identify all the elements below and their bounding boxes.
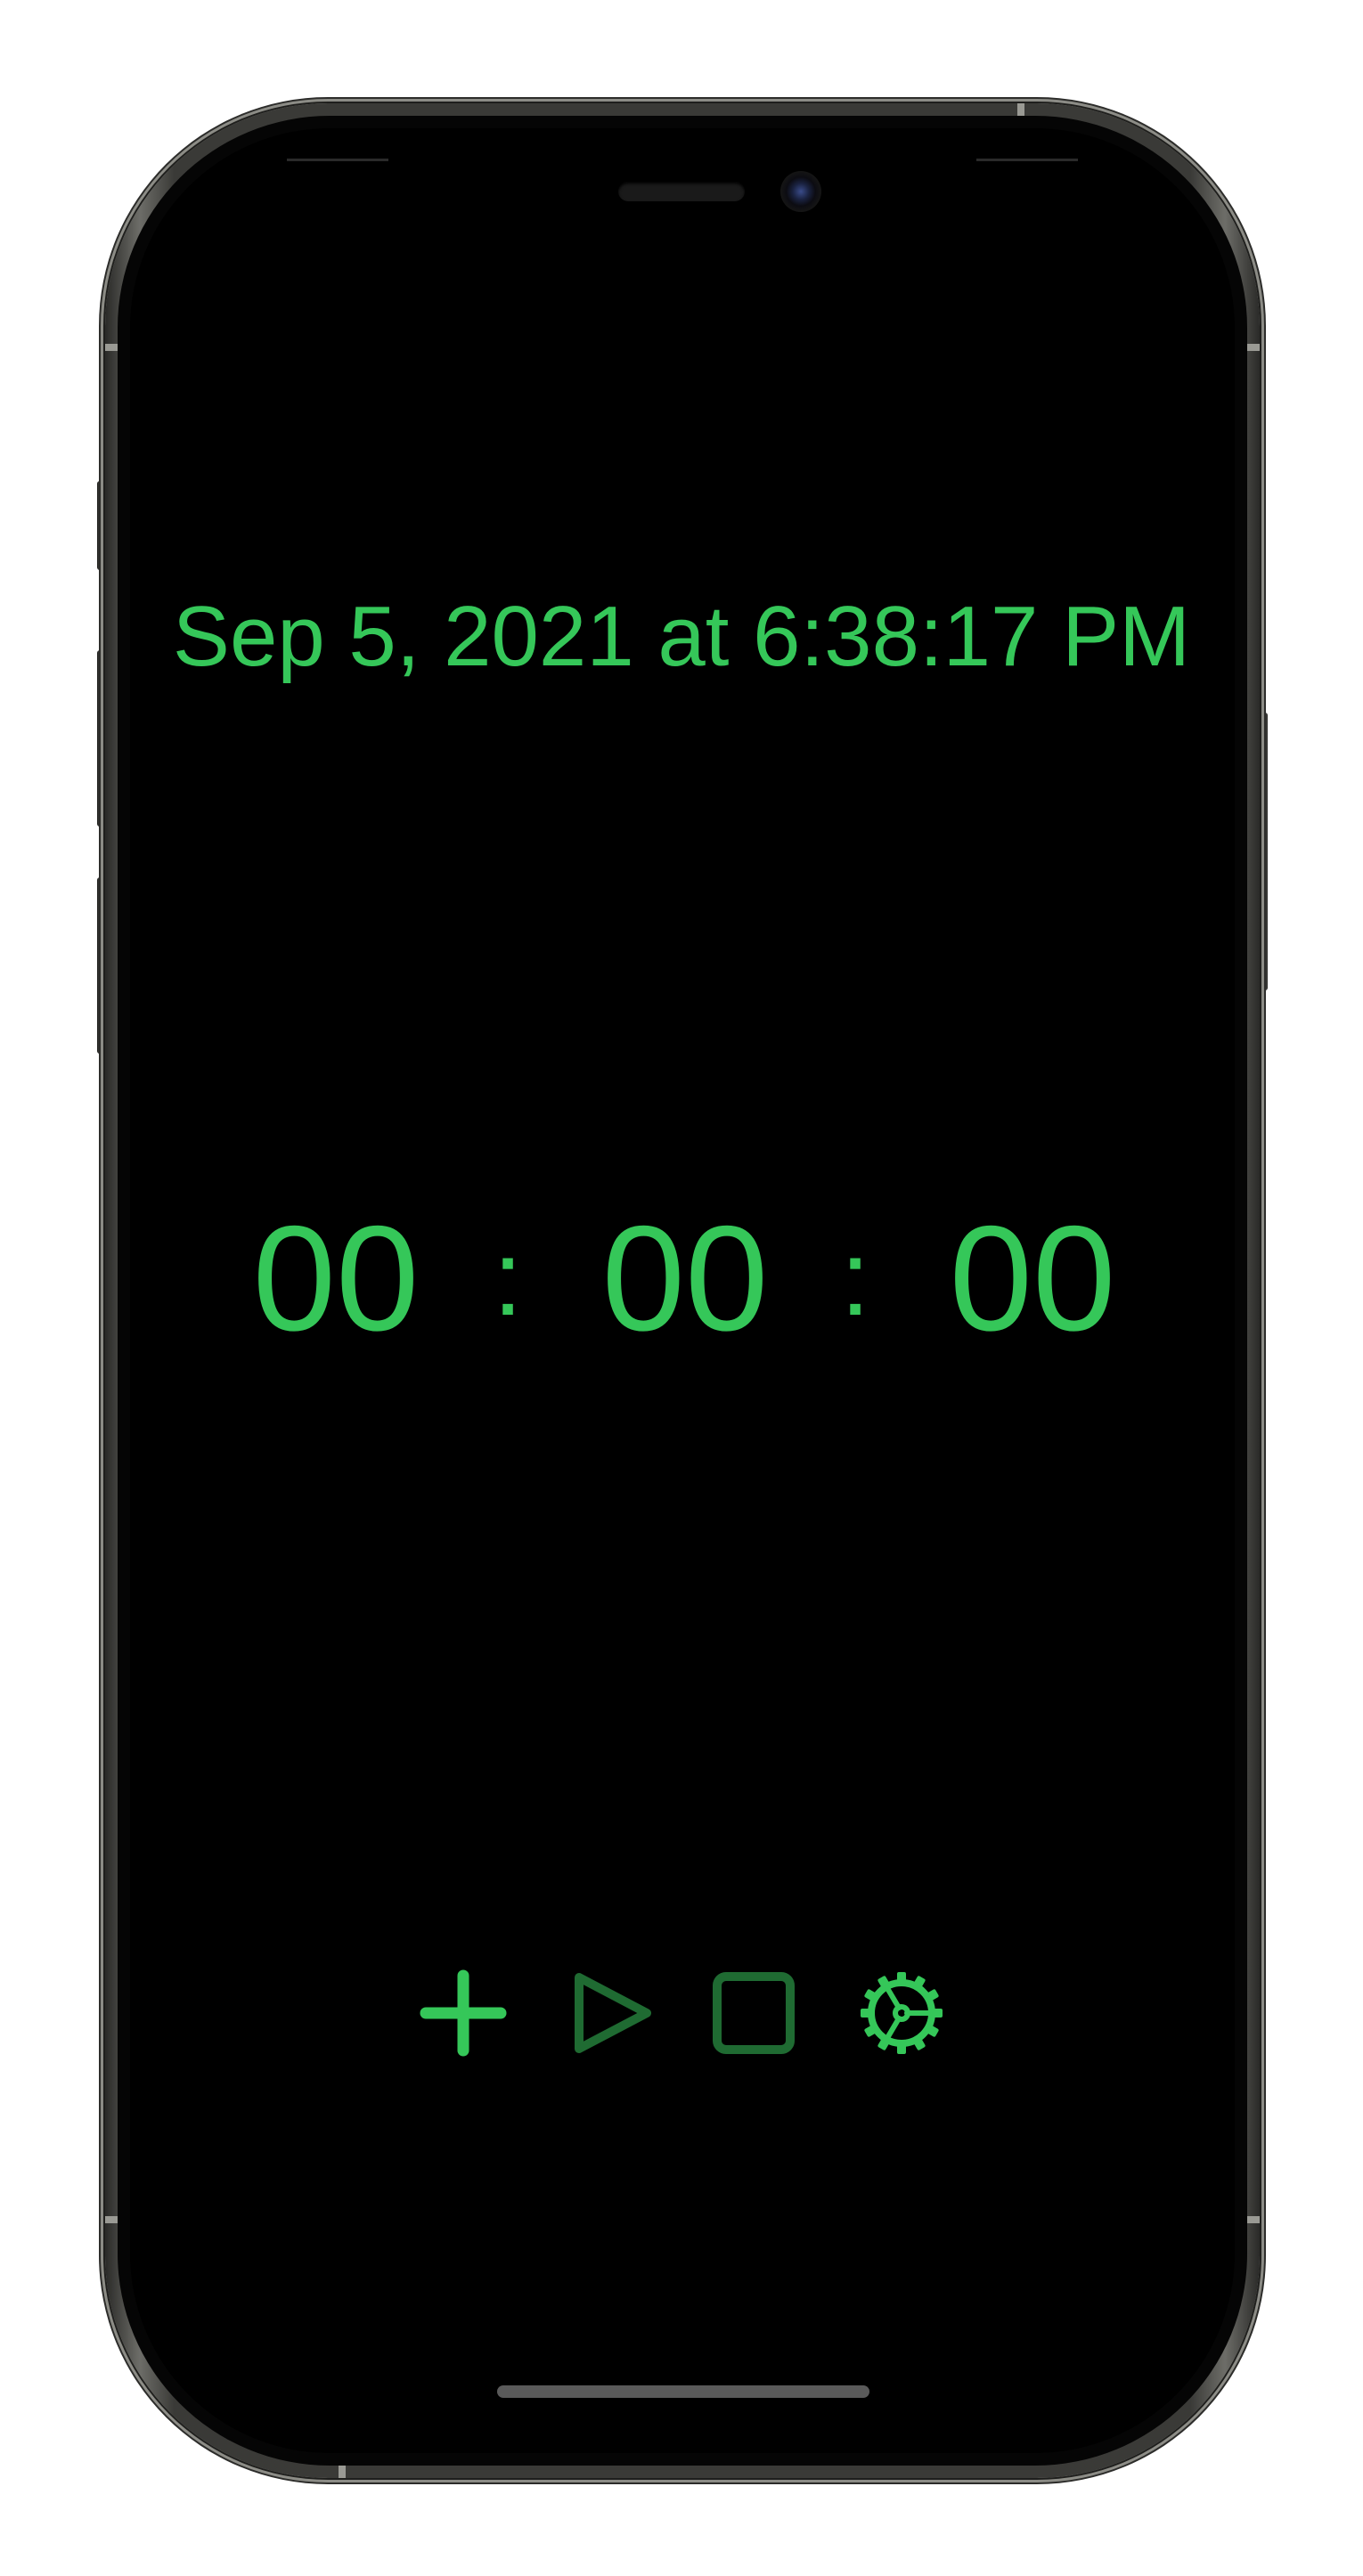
volume-down-button [97,877,105,1054]
timer-separator: : [493,1219,523,1338]
play-button[interactable] [567,1969,656,2058]
current-datetime: Sep 5, 2021 at 6:38:17 PM [172,589,1191,684]
antenna-band [1017,103,1024,116]
earpiece-speaker [618,182,745,201]
timer-hours: 00 [252,1194,420,1362]
stop-button[interactable] [709,1969,798,2058]
play-icon [575,1973,651,2053]
front-camera [780,171,821,212]
device-mockup: Sep 5, 2021 at 6:38:17 PM 00 : 00 : 00 [0,0,1363,2576]
timer-display: 00 : 00 : 00 [0,1202,1363,1354]
antenna-band [105,2216,118,2223]
antenna-band [1247,344,1260,351]
settings-button[interactable] [857,1969,946,2058]
antenna-band [1247,2216,1260,2223]
plus-icon [420,1969,507,2057]
timer-controls [0,1969,1363,2058]
add-button[interactable] [419,1969,508,2058]
timer-seconds: 00 [949,1194,1116,1362]
action-button [97,481,105,570]
power-button [1260,713,1268,990]
antenna-band [339,2466,346,2478]
gear-icon [861,1972,943,2054]
timer-minutes: 00 [601,1194,769,1362]
stop-icon [713,1972,795,2054]
timer-separator: : [840,1219,870,1338]
home-indicator[interactable] [497,2385,869,2398]
status-bar-marker [287,159,388,161]
status-bar-marker [976,159,1078,161]
antenna-band [105,344,118,351]
